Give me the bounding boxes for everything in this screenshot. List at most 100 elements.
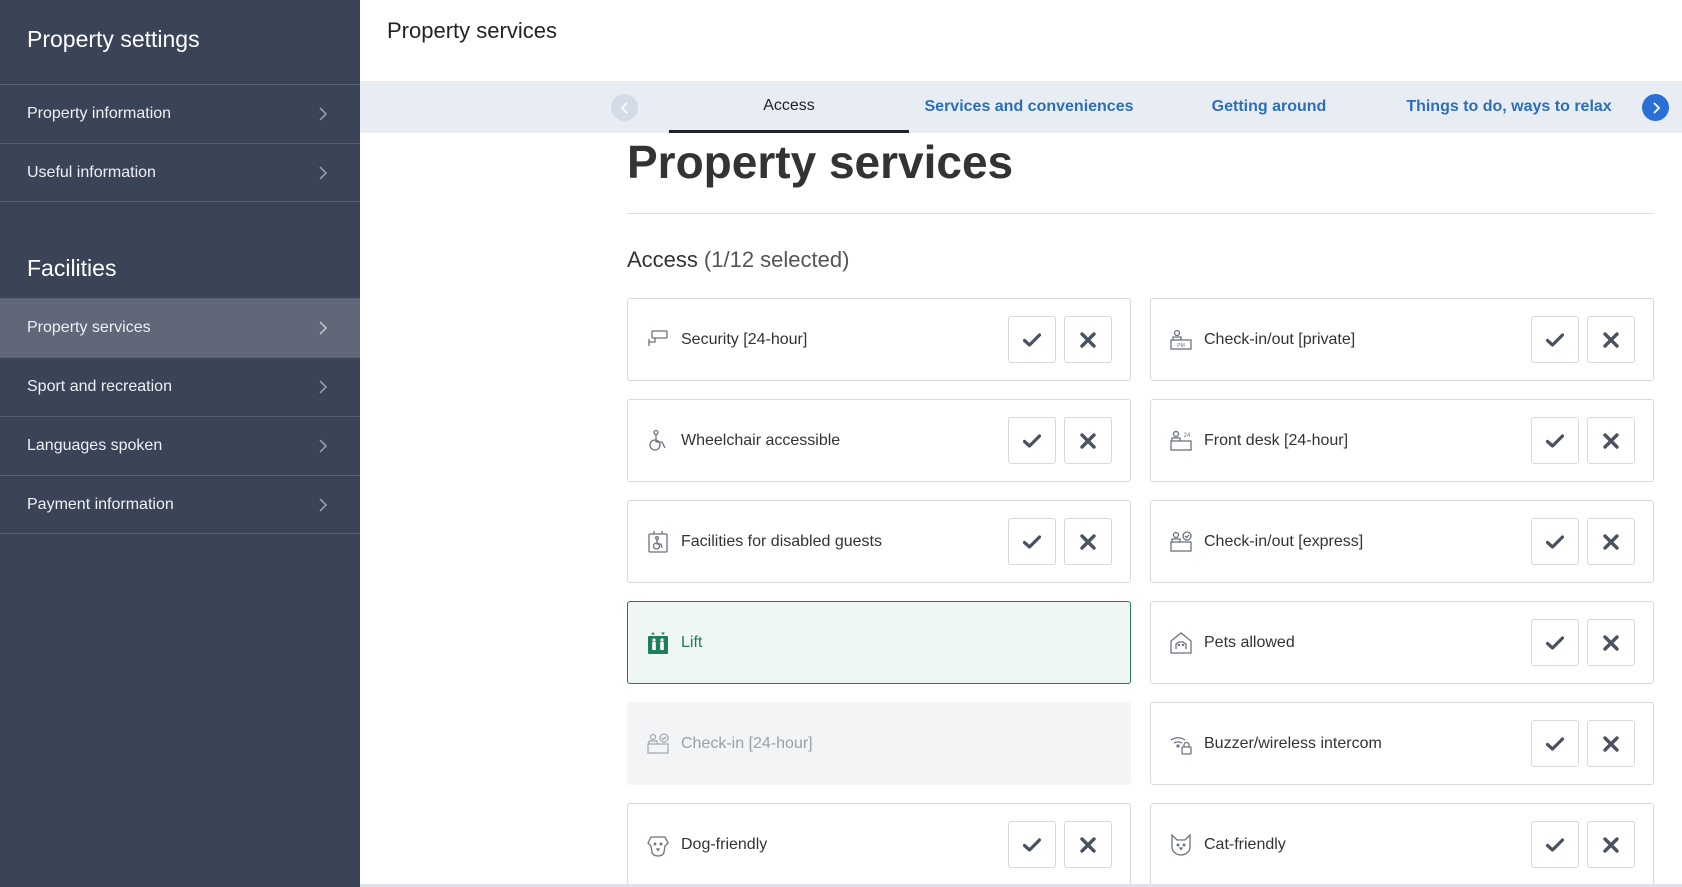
section-heading: Access (1/12 selected) (627, 247, 1654, 283)
tabs-next-button[interactable] (1642, 94, 1669, 121)
checkmark-icon (1546, 433, 1564, 448)
chevron-right-icon (316, 165, 330, 180)
facility-label: Pets allowed (1204, 633, 1295, 651)
intercom-icon (1169, 732, 1193, 756)
reject-button[interactable] (1064, 417, 1112, 464)
pets-allowed-icon (1169, 631, 1193, 655)
close-icon (1603, 533, 1619, 550)
close-icon (1603, 432, 1619, 449)
sidebar-item-sport-and-recreation[interactable]: Sport and recreation (0, 357, 360, 416)
facility-card-check-in-out-private[interactable]: PM Check-in/out [private] (1150, 298, 1654, 381)
reject-button[interactable] (1587, 518, 1635, 565)
facility-card-pets-allowed[interactable]: Pets allowed (1150, 601, 1654, 684)
sidebar-heading-facilities: Facilities (27, 255, 117, 281)
checkmark-icon (1546, 332, 1564, 347)
chevron-left-icon (620, 101, 628, 114)
facility-card-security-24-hour[interactable]: Security [24-hour] (627, 298, 1131, 381)
sidebar-item-payment-information[interactable]: Payment information (0, 475, 360, 534)
svg-text:24: 24 (1184, 433, 1191, 439)
sidebar-group-property: Property information Useful information (0, 84, 360, 202)
chevron-right-icon (316, 497, 330, 512)
checkmark-icon (1023, 534, 1041, 549)
confirm-button[interactable] (1008, 518, 1056, 565)
security-camera-icon (646, 328, 670, 352)
confirm-button[interactable] (1531, 720, 1579, 767)
confirm-button[interactable] (1531, 821, 1579, 868)
checkmark-icon (1546, 837, 1564, 852)
facility-label: Front desk [24-hour] (1204, 431, 1349, 449)
facility-label: Check-in [24-hour] (681, 734, 813, 752)
sidebar-item-languages-spoken[interactable]: Languages spoken (0, 416, 360, 475)
facility-label: Facilities for disabled guests (681, 532, 882, 550)
facility-card-wheelchair-accessible[interactable]: Wheelchair accessible (627, 399, 1131, 482)
title-divider (627, 213, 1654, 214)
close-icon (1603, 735, 1619, 752)
facility-card-buzzer-wireless-intercom[interactable]: Buzzer/wireless intercom (1150, 702, 1654, 785)
reject-button[interactable] (1587, 316, 1635, 363)
confirm-button[interactable] (1008, 821, 1056, 868)
checkmark-icon (1546, 635, 1564, 650)
tabs-prev-button[interactable] (611, 94, 638, 121)
facility-card-check-in-24-hour: Check-in [24-hour] (627, 702, 1131, 785)
facility-label: Check-in/out [express] (1204, 532, 1364, 550)
chevron-right-icon (1652, 101, 1660, 114)
reject-button[interactable] (1064, 316, 1112, 363)
disabled-facilities-icon (646, 530, 670, 554)
settings-sidebar: Property settings Property information U… (0, 0, 360, 887)
facility-label: Check-in/out [private] (1204, 330, 1356, 348)
facility-card-facilities-for-disabled-guests[interactable]: Facilities for disabled guests (627, 500, 1131, 583)
tab-access[interactable]: Access (669, 81, 909, 133)
reject-button[interactable] (1064, 821, 1112, 868)
sidebar-item-property-information[interactable]: Property information (0, 84, 360, 143)
confirm-button[interactable] (1531, 619, 1579, 666)
facility-card-front-desk-24-hour[interactable]: 24 Front desk [24-hour] (1150, 399, 1654, 482)
sidebar-item-property-services[interactable]: Property services (0, 298, 360, 357)
facility-card-cat-friendly[interactable]: Cat-friendly (1150, 803, 1654, 886)
checkmark-icon (1546, 736, 1564, 751)
close-icon (1080, 836, 1096, 853)
confirm-button[interactable] (1008, 417, 1056, 464)
sidebar-item-useful-information[interactable]: Useful information (0, 143, 360, 202)
tab-getting-around[interactable]: Getting around (1149, 81, 1389, 133)
reject-button[interactable] (1587, 720, 1635, 767)
tab-services-and-conveniences[interactable]: Services and conveniences (909, 81, 1149, 133)
sidebar-item-label: Property services (27, 319, 151, 336)
sidebar-item-label: Useful information (27, 163, 156, 181)
checkmark-icon (1546, 534, 1564, 549)
confirm-button[interactable] (1531, 316, 1579, 363)
reject-button[interactable] (1587, 821, 1635, 868)
page-title: Property services (627, 136, 1014, 188)
facility-label: Wheelchair accessible (681, 431, 841, 449)
chevron-right-icon (316, 321, 330, 335)
confirm-button[interactable] (1531, 417, 1579, 464)
dog-icon (646, 833, 670, 857)
reject-button[interactable] (1587, 619, 1635, 666)
page-header: Property services (360, 0, 1682, 81)
facility-label: Lift (681, 633, 703, 651)
facility-card-check-in-out-express[interactable]: Check-in/out [express] (1150, 500, 1654, 583)
facility-card-lift[interactable]: Lift (627, 601, 1131, 684)
close-icon (1080, 331, 1096, 348)
category-tabs: Access Services and conveniences Getting… (360, 81, 1682, 133)
chevron-right-icon (316, 380, 330, 394)
main-content: Property services Access (1/12 selected) … (627, 133, 1654, 886)
section-name: Access (627, 247, 698, 272)
sidebar-heading-property-settings: Property settings (27, 26, 200, 52)
reject-button[interactable] (1587, 417, 1635, 464)
close-icon (1603, 331, 1619, 348)
reject-button[interactable] (1064, 518, 1112, 565)
confirm-button[interactable] (1531, 518, 1579, 565)
checkmark-icon (1023, 332, 1041, 347)
section-count: (1/12 selected) (703, 247, 850, 272)
sidebar-group-facilities: Property services Sport and recreation L… (0, 298, 360, 534)
facility-label: Dog-friendly (681, 835, 768, 853)
lift-icon (646, 631, 670, 655)
sidebar-item-label: Languages spoken (27, 437, 163, 454)
close-icon (1080, 533, 1096, 550)
private-checkin-icon: PM (1169, 328, 1193, 352)
facility-card-dog-friendly[interactable]: Dog-friendly (627, 803, 1131, 886)
confirm-button[interactable] (1008, 316, 1056, 363)
facility-label: Security [24-hour] (681, 330, 808, 348)
tab-things-to-do[interactable]: Things to do, ways to relax (1389, 81, 1629, 133)
svg-text:PM: PM (1177, 343, 1185, 349)
